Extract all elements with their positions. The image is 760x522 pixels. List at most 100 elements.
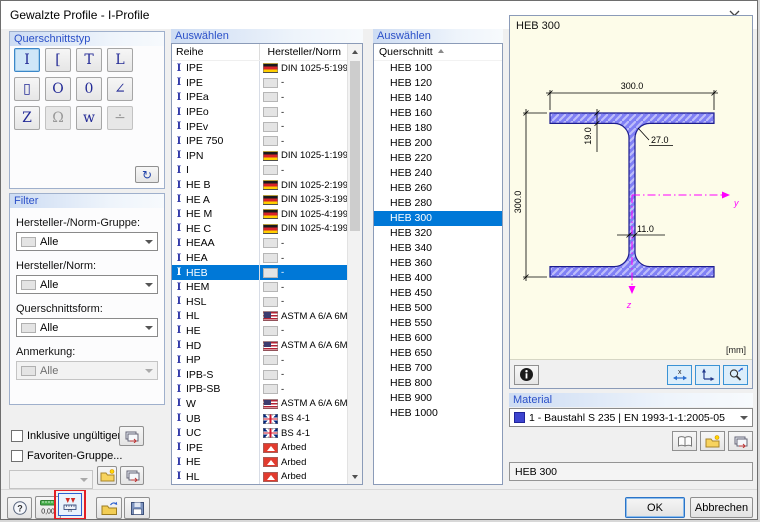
favorites-group-checkbox[interactable]: Favoriten-Gruppe... xyxy=(11,450,122,462)
size-item[interactable]: HEB 650 xyxy=(374,346,502,361)
series-row[interactable]: IUCBS 4-1 xyxy=(172,426,347,441)
size-item[interactable]: HEB 340 xyxy=(374,241,502,256)
size-item[interactable]: HEB 700 xyxy=(374,361,502,376)
series-row[interactable]: IIPB-S- xyxy=(172,367,347,382)
type-button-round-bar-section[interactable]: 0 xyxy=(76,77,102,101)
type-button-channel-section[interactable]: [ xyxy=(45,48,71,72)
size-item[interactable]: HEB 1000 xyxy=(374,406,502,421)
series-row[interactable]: IHEM- xyxy=(172,280,347,295)
size-item[interactable]: HEB 300 xyxy=(374,211,502,226)
type-button-i-section[interactable]: I xyxy=(14,48,40,72)
series-norm: DIN 1025-5:1994 xyxy=(259,61,347,76)
series-row[interactable]: IHP- xyxy=(172,353,347,368)
checkbox-box[interactable] xyxy=(11,450,23,462)
series-scrollbar[interactable] xyxy=(347,44,362,484)
scroll-down-icon[interactable] xyxy=(348,469,362,484)
scroll-up-icon[interactable] xyxy=(348,44,362,59)
type-button-rectangular-hollow-section[interactable]: ▯ xyxy=(14,77,40,101)
section-name-field[interactable] xyxy=(509,462,753,481)
series-row[interactable]: IHE BDIN 1025-2:1995 xyxy=(172,178,347,193)
filter-select-norm-group[interactable]: Alle xyxy=(16,232,158,251)
ok-button[interactable]: OK xyxy=(625,497,685,518)
cancel-button[interactable]: Abbrechen xyxy=(690,497,753,518)
size-item[interactable]: HEB 220 xyxy=(374,151,502,166)
type-button-t-section[interactable]: T xyxy=(76,48,102,72)
series-row[interactable]: IHE- xyxy=(172,324,347,339)
filter-select-shape[interactable]: Alle xyxy=(16,318,158,337)
size-column-header[interactable]: Querschnitt xyxy=(374,44,502,61)
series-name: IPE 750 xyxy=(186,135,259,147)
size-item[interactable]: HEB 450 xyxy=(374,286,502,301)
series-row[interactable]: II- xyxy=(172,163,347,178)
toggle-axes-button[interactable] xyxy=(695,365,720,385)
series-row[interactable]: IHDASTM A 6/A 6M - 07 xyxy=(172,338,347,353)
material-library-button[interactable] xyxy=(672,431,697,451)
size-item[interactable]: HEB 100 xyxy=(374,61,502,76)
material-select[interactable]: 1 - Baustahl S 235 | EN 1993-1-1:2005-05 xyxy=(509,408,753,427)
include-invalid-checkbox[interactable]: Inklusive ungültiger... xyxy=(11,430,130,442)
series-row[interactable]: IIPEArbed xyxy=(172,440,347,455)
size-item[interactable]: HEB 280 xyxy=(374,196,502,211)
series-row[interactable]: IIPEa- xyxy=(172,90,347,105)
size-item[interactable]: HEB 240 xyxy=(374,166,502,181)
type-button-sloped-flange-angle[interactable]: ∠ xyxy=(107,77,133,101)
series-row[interactable]: IHEArbed xyxy=(172,455,347,470)
series-row[interactable]: IHEAA- xyxy=(172,236,347,251)
footer-divider xyxy=(1,489,757,490)
info-button[interactable] xyxy=(514,365,539,385)
type-button-angle-section[interactable]: L xyxy=(107,48,133,72)
column-reihe[interactable]: Reihe xyxy=(172,44,259,60)
scrollbar-thumb[interactable] xyxy=(350,61,360,231)
series-row[interactable]: IHLArbed xyxy=(172,470,347,484)
series-row[interactable]: IHE CDIN 1025-4:1994 xyxy=(172,222,347,237)
series-row[interactable]: IHE ADIN 1025-3:1994 xyxy=(172,192,347,207)
size-item[interactable]: HEB 400 xyxy=(374,271,502,286)
series-row[interactable]: IHLASTM A 6/A 6M - 07 xyxy=(172,309,347,324)
invalid-profiles-settings-button[interactable] xyxy=(119,426,144,446)
open-profile-button[interactable] xyxy=(96,497,122,519)
series-row[interactable]: IIPE 750- xyxy=(172,134,347,149)
series-row[interactable]: IUBBS 4-1 xyxy=(172,411,347,426)
size-item[interactable]: HEB 600 xyxy=(374,331,502,346)
size-item[interactable]: HEB 160 xyxy=(374,106,502,121)
save-profile-button[interactable] xyxy=(124,497,150,519)
series-row[interactable]: IIPE- xyxy=(172,76,347,91)
units-settings-button[interactable]: m xyxy=(58,493,82,516)
series-row[interactable]: IIPEv- xyxy=(172,119,347,134)
size-item[interactable]: HEB 120 xyxy=(374,76,502,91)
type-button-z-section[interactable]: Z xyxy=(14,106,40,130)
filter-select-norm[interactable]: Alle xyxy=(16,275,158,294)
size-item[interactable]: HEB 260 xyxy=(374,181,502,196)
zoom-view-button[interactable] xyxy=(723,365,748,385)
new-material-button[interactable] xyxy=(700,431,725,451)
type-button-corrugated-section[interactable]: w xyxy=(76,106,102,130)
rotate-section-button[interactable]: ↻ xyxy=(135,166,159,183)
size-item[interactable]: HEB 550 xyxy=(374,316,502,331)
size-item[interactable]: HEB 180 xyxy=(374,121,502,136)
series-row[interactable]: IIPNDIN 1025-1:1995 xyxy=(172,149,347,164)
series-row[interactable]: IHEA- xyxy=(172,251,347,266)
series-row[interactable]: IIPEDIN 1025-5:1994 xyxy=(172,61,347,76)
size-item[interactable]: HEB 200 xyxy=(374,136,502,151)
column-hersteller-norm[interactable]: Hersteller/Norm xyxy=(259,44,347,60)
size-item[interactable]: HEB 360 xyxy=(374,256,502,271)
series-row[interactable]: IHE MDIN 1025-4:1994 xyxy=(172,207,347,222)
size-item[interactable]: HEB 320 xyxy=(374,226,502,241)
edit-material-button[interactable] xyxy=(728,431,753,451)
help-button[interactable]: ? xyxy=(7,497,32,519)
toggle-dimensions-button[interactable]: x xyxy=(667,365,692,385)
checkbox-box[interactable] xyxy=(11,430,23,442)
series-row[interactable]: IIPEo- xyxy=(172,105,347,120)
new-favorites-group-button[interactable] xyxy=(97,466,117,485)
column-querschnitt[interactable]: Querschnitt xyxy=(379,46,433,58)
size-item[interactable]: HEB 800 xyxy=(374,376,502,391)
series-row[interactable]: IHEB- xyxy=(172,265,347,280)
manage-favorites-button[interactable] xyxy=(120,466,144,485)
type-button-circular-hollow-section[interactable]: O xyxy=(45,77,71,101)
series-row[interactable]: IIPB-SB- xyxy=(172,382,347,397)
size-item[interactable]: HEB 500 xyxy=(374,301,502,316)
series-row[interactable]: IWASTM A 6/A 6M xyxy=(172,397,347,412)
series-row[interactable]: IHSL- xyxy=(172,295,347,310)
size-item[interactable]: HEB 900 xyxy=(374,391,502,406)
size-item[interactable]: HEB 140 xyxy=(374,91,502,106)
